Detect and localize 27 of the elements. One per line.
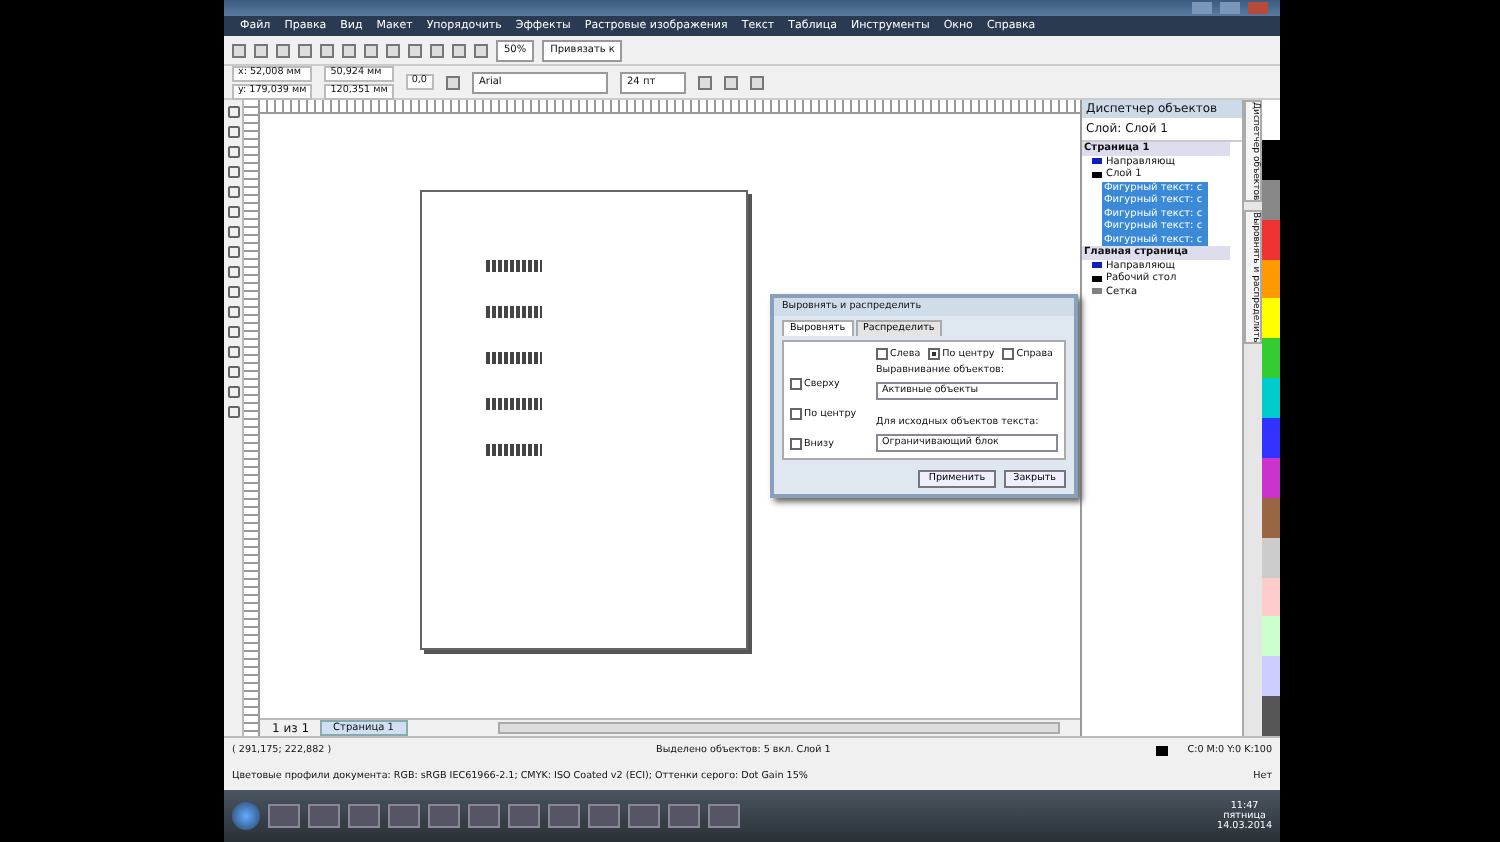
text-object-drawing bbox=[486, 352, 542, 364]
taskbar-icon[interactable] bbox=[588, 804, 620, 828]
text-object-drawing bbox=[486, 260, 542, 272]
taskbar-icon[interactable] bbox=[668, 804, 700, 828]
taskbar-icon[interactable] bbox=[388, 804, 420, 828]
checkbox[interactable] bbox=[790, 408, 802, 420]
color-palette[interactable] bbox=[1262, 100, 1280, 736]
checkbox[interactable] bbox=[790, 378, 802, 390]
checkbox[interactable] bbox=[790, 438, 802, 450]
taskbar-icon[interactable] bbox=[548, 804, 580, 828]
taskbar-icon[interactable] bbox=[428, 804, 460, 828]
taskbar-icon[interactable] bbox=[508, 804, 540, 828]
taskbar-icon[interactable] bbox=[708, 804, 740, 828]
checkbox[interactable] bbox=[1002, 348, 1015, 360]
taskbar-icon[interactable] bbox=[348, 804, 380, 828]
text-object-drawing bbox=[486, 306, 542, 318]
checkbox[interactable] bbox=[876, 348, 888, 360]
fill-swatch bbox=[1155, 746, 1168, 756]
taskbar-icon[interactable] bbox=[468, 804, 500, 828]
horizontal-scrollbar[interactable] bbox=[497, 722, 1060, 734]
text-object-drawing bbox=[486, 398, 542, 410]
taskbar-icon[interactable] bbox=[308, 804, 340, 828]
checkbox[interactable] bbox=[928, 348, 941, 360]
text-object-drawing bbox=[486, 444, 542, 456]
taskbar-icon[interactable] bbox=[628, 804, 660, 828]
taskbar-icon[interactable] bbox=[268, 804, 300, 828]
start-button[interactable] bbox=[232, 802, 260, 830]
